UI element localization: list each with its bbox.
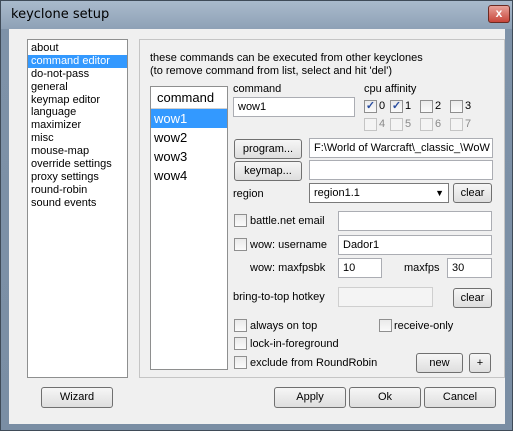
cpu-3-checkbox[interactable] [450, 100, 463, 113]
dialog-client: about command editor do-not-pass general… [9, 29, 505, 424]
exclude-roundrobin-checkbox[interactable] [234, 356, 247, 369]
region-clear-button[interactable]: clear [453, 183, 492, 203]
cpu-7-label: 7 [465, 118, 472, 130]
program-button[interactable]: program... [234, 139, 302, 159]
command-item-wow1[interactable]: wow1 [151, 109, 227, 128]
command-item-wow4[interactable]: wow4 [151, 166, 227, 185]
sidebar-item-sound-events[interactable]: sound events [28, 197, 127, 210]
lock-foreground-checkbox[interactable] [234, 337, 247, 350]
battlenet-checkbox[interactable] [234, 214, 247, 227]
region-label: region [233, 188, 264, 200]
cpu-2-checkbox[interactable] [420, 100, 433, 113]
cpu-6-label: 6 [435, 118, 442, 130]
info-line-2: (to remove command from list, select and… [150, 65, 393, 77]
command-label: command [233, 83, 282, 95]
cpu-2-label: 2 [435, 100, 442, 112]
chevron-down-icon: ▼ [435, 188, 444, 198]
receive-only-checkbox[interactable] [379, 319, 392, 332]
cpu-4-label: 4 [379, 118, 386, 130]
cpu-6-checkbox [420, 118, 433, 131]
sidebar-item-command-editor[interactable]: command editor [28, 54, 127, 68]
ok-button[interactable]: Ok [349, 387, 421, 408]
program-path-input[interactable]: F:\World of Warcraft\_classic_\WoW [309, 138, 493, 158]
cpu-1-checkbox[interactable]: ✓ [390, 100, 403, 113]
cpu-3-label: 3 [465, 100, 472, 112]
wow-username-checkbox[interactable] [234, 238, 247, 251]
cpu-0-checkbox[interactable]: ✓ [364, 100, 377, 113]
lock-foreground-label: lock-in-foreground [250, 338, 339, 350]
add-icon[interactable]: + [469, 353, 491, 373]
battlenet-email-input[interactable] [338, 211, 492, 231]
sidebar-item-about[interactable]: about [28, 42, 127, 55]
cpu-5-label: 5 [405, 118, 412, 130]
sidebar-item-do-not-pass[interactable]: do-not-pass [28, 68, 127, 81]
command-item-wow2[interactable]: wow2 [151, 128, 227, 147]
cpu-5-checkbox [390, 118, 403, 131]
command-input[interactable]: wow1 [233, 97, 355, 117]
sidebar-item-override-settings[interactable]: override settings [28, 158, 127, 171]
cpu-4-checkbox [364, 118, 377, 131]
close-button[interactable]: x [488, 5, 510, 23]
hotkey-clear-button[interactable]: clear [453, 288, 492, 308]
settings-category-list[interactable]: about command editor do-not-pass general… [27, 39, 128, 378]
sidebar-item-language[interactable]: language [28, 106, 127, 119]
window-title: keyclone setup [11, 7, 110, 22]
cancel-button[interactable]: Cancel [424, 387, 496, 408]
setup-window: keyclone setup x about command editor do… [0, 0, 513, 431]
keymap-input[interactable] [309, 160, 493, 180]
wow-username-label: wow: username [250, 239, 328, 251]
sidebar-item-maximizer[interactable]: maximizer [28, 119, 127, 132]
always-on-top-label: always on top [250, 320, 318, 332]
region-value: region1.1 [314, 187, 360, 199]
wizard-button[interactable]: Wizard [41, 387, 113, 408]
sidebar-item-mouse-map[interactable]: mouse-map [28, 145, 127, 158]
close-icon: x [495, 6, 503, 20]
maxfps-input[interactable]: 30 [447, 258, 492, 278]
cpu-1-label: 1 [405, 100, 412, 112]
maxfps-label: maxfps [404, 262, 440, 274]
apply-button[interactable]: Apply [274, 387, 346, 408]
sidebar-item-keymap-editor[interactable]: keymap editor [28, 94, 127, 107]
sidebar-item-general[interactable]: general [28, 81, 127, 94]
new-command-button[interactable]: new [416, 353, 463, 373]
hotkey-input[interactable] [338, 287, 433, 307]
sidebar-item-round-robin[interactable]: round-robin [28, 184, 127, 197]
command-list[interactable]: command wow1 wow2 wow3 wow4 [150, 86, 228, 370]
title-bar[interactable]: keyclone setup x [1, 1, 512, 29]
cpu-7-checkbox [450, 118, 463, 131]
command-item-wow3[interactable]: wow3 [151, 147, 227, 166]
cpu-affinity-label: cpu affinity [364, 83, 417, 95]
hotkey-label: bring-to-top hotkey [233, 291, 325, 303]
keymap-button[interactable]: keymap... [234, 161, 302, 181]
cpu-0-label: 0 [379, 100, 386, 112]
always-on-top-checkbox[interactable] [234, 319, 247, 332]
sidebar-item-proxy-settings[interactable]: proxy settings [28, 171, 127, 184]
region-select[interactable]: region1.1 ▼ [309, 183, 449, 203]
info-line-1: these commands can be executed from othe… [150, 52, 423, 64]
maxfpsbk-input[interactable]: 10 [338, 258, 382, 278]
command-list-header: command [151, 87, 227, 109]
wow-username-input[interactable]: Dador1 [338, 235, 492, 255]
battlenet-label: battle.net email [250, 215, 325, 227]
sidebar-item-misc[interactable]: misc [28, 132, 127, 145]
receive-only-label: receive-only [394, 320, 454, 332]
maxfpsbk-label: wow: maxfpsbk [250, 262, 326, 274]
exclude-roundrobin-label: exclude from RoundRobin [250, 357, 378, 369]
